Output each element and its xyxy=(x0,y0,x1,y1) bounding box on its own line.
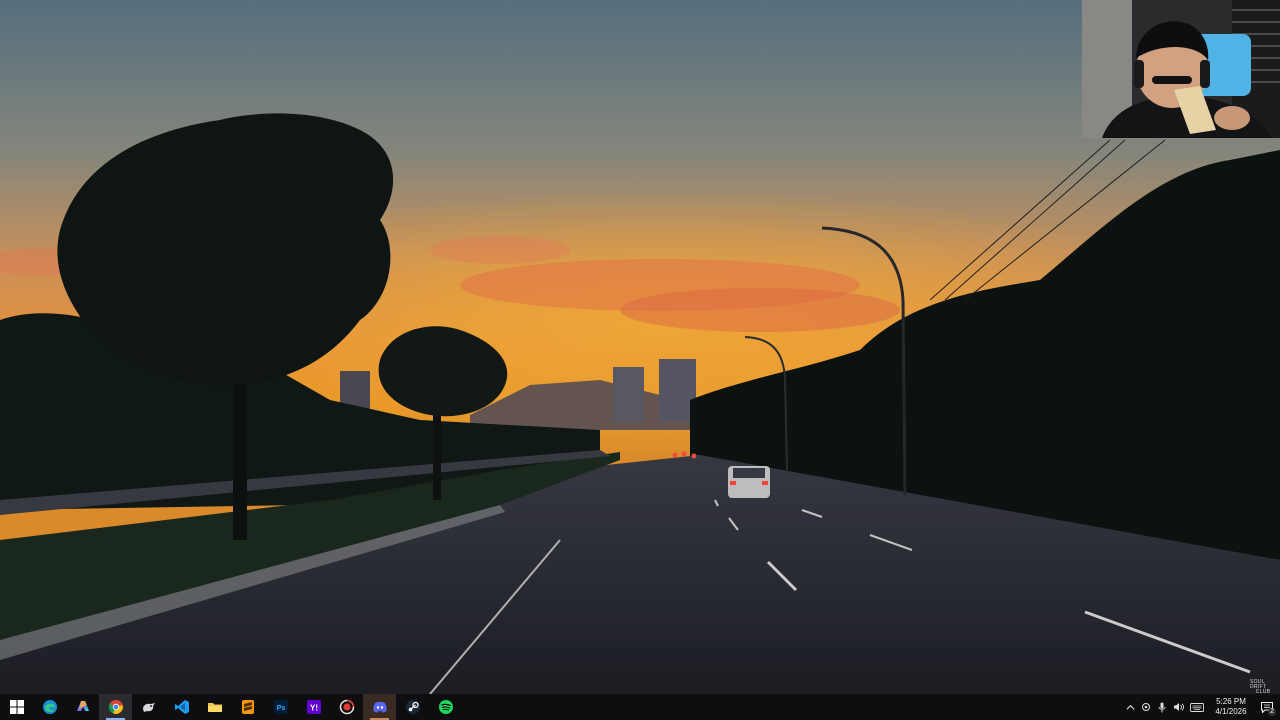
windows-logo-icon xyxy=(9,700,24,714)
yahoo-app[interactable]: Y! xyxy=(297,694,330,720)
chrome-app[interactable] xyxy=(99,694,132,720)
microphone-icon xyxy=(1158,702,1166,712)
stream-tag-line-1: SOUL DRIFT xyxy=(1250,678,1267,690)
tray-overflow-button[interactable] xyxy=(1122,694,1138,720)
webcam-overlay xyxy=(1082,0,1280,138)
notification-count-badge: 2 xyxy=(1268,708,1276,716)
notification-center-button[interactable]: 2 xyxy=(1254,694,1280,720)
sublime-app[interactable] xyxy=(231,694,264,720)
svg-text:Ps: Ps xyxy=(276,705,285,712)
app-bird[interactable] xyxy=(132,694,165,720)
copilot-app[interactable] xyxy=(66,694,99,720)
steam-app[interactable] xyxy=(396,694,429,720)
system-tray: 5:26 PM 4/1/2026 2 xyxy=(1122,694,1280,720)
copilot-icon xyxy=(76,701,89,711)
keyboard-icon xyxy=(1190,702,1204,712)
vscode-app[interactable] xyxy=(165,694,198,720)
tray-meet-button[interactable] xyxy=(1138,694,1154,720)
photoshop-icon: Ps xyxy=(273,700,288,714)
sublime-icon xyxy=(241,700,254,714)
bird-icon xyxy=(142,703,155,712)
stream-tag-line-2: CLUB xyxy=(1255,688,1271,695)
record-icon xyxy=(339,699,354,715)
windows-taskbar: Ps Y! 5:26 PM 4/1/2026 2 xyxy=(0,694,1280,720)
vscode-icon xyxy=(174,700,189,714)
webcam-feed-icon xyxy=(1082,0,1280,138)
yahoo-icon: Y! xyxy=(306,700,321,714)
edge-app[interactable] xyxy=(33,694,66,720)
discord-icon xyxy=(372,701,387,713)
clock-time: 5:26 PM xyxy=(1216,697,1246,706)
tray-keyboard-button[interactable] xyxy=(1186,694,1208,720)
start-button[interactable] xyxy=(0,694,33,720)
tray-microphone-button[interactable] xyxy=(1154,694,1170,720)
folder-icon xyxy=(207,703,222,712)
edge-icon xyxy=(42,700,57,714)
taskbar-clock[interactable]: 5:26 PM 4/1/2026 xyxy=(1208,694,1254,720)
spotify-icon xyxy=(438,700,453,714)
chevron-up-icon xyxy=(1126,704,1134,710)
record-app[interactable] xyxy=(330,694,363,720)
tray-volume-button[interactable] xyxy=(1170,694,1186,720)
file-explorer-app[interactable] xyxy=(198,694,231,720)
svg-text:Y!: Y! xyxy=(310,704,318,713)
stream-logo-tag: SOUL DRIFT CLUB xyxy=(1250,678,1276,695)
spotify-app[interactable] xyxy=(429,694,462,720)
steam-icon xyxy=(405,700,420,714)
photoshop-app[interactable]: Ps xyxy=(264,694,297,720)
meet-icon xyxy=(1142,703,1150,711)
discord-app[interactable] xyxy=(363,694,396,720)
chrome-icon xyxy=(108,700,123,714)
volume-icon xyxy=(1173,703,1184,711)
clock-date: 4/1/2026 xyxy=(1215,707,1247,716)
